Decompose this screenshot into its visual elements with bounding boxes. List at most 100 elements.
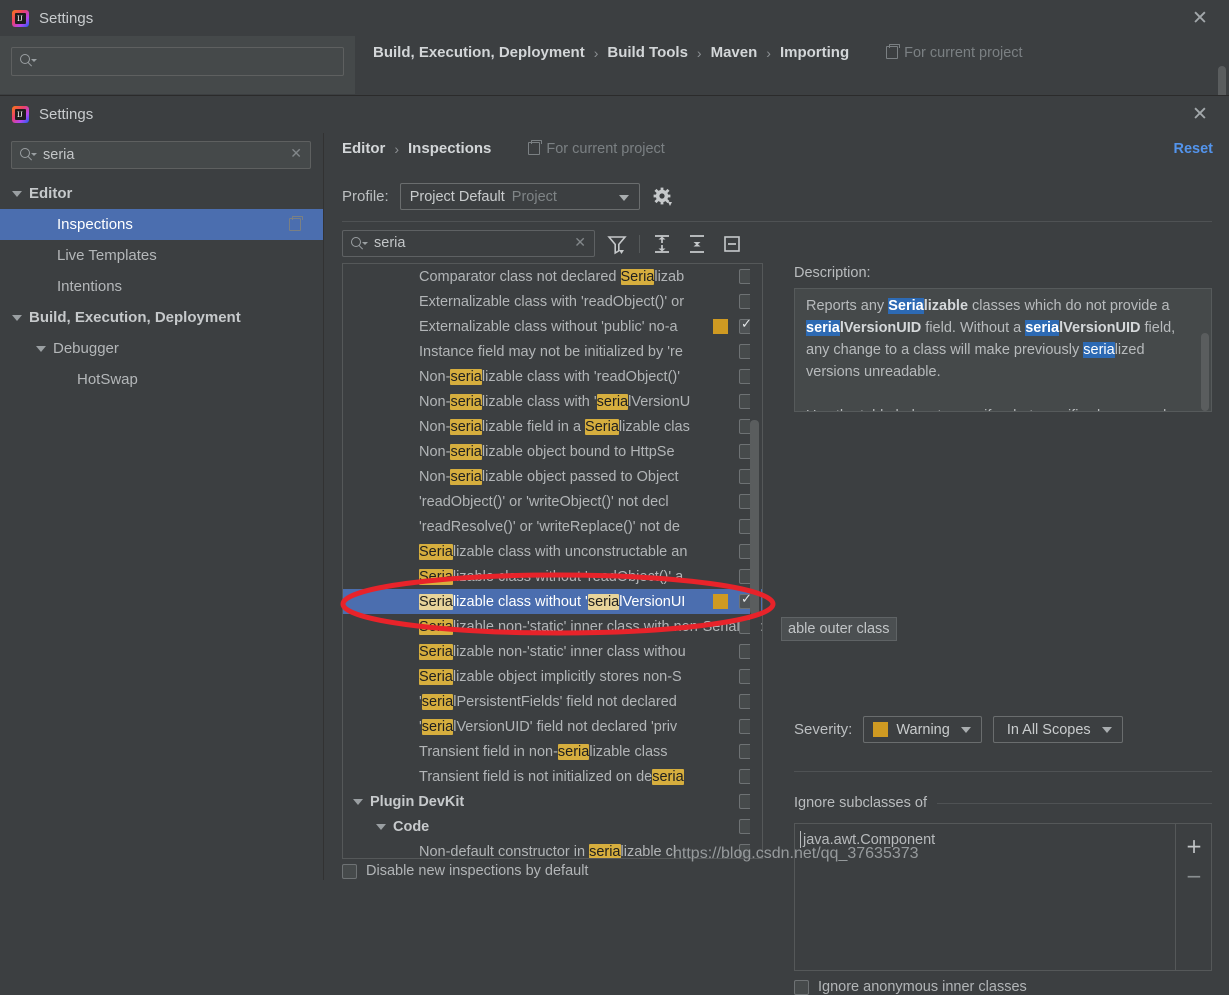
sidebar-item-intentions[interactable]: Intentions — [0, 271, 323, 302]
dialog-scope-indicator: For current project — [528, 140, 665, 157]
collapse-all-icon[interactable] — [684, 231, 710, 257]
checkbox-label: Disable new inspections by default — [366, 863, 589, 879]
description-scrollbar-thumb[interactable] — [1201, 333, 1209, 411]
list-group-code[interactable]: Code — [343, 814, 762, 839]
list-item[interactable]: Non-serializable field in a Serializable… — [343, 414, 762, 439]
chevron-right-icon: › — [593, 44, 599, 61]
background-window-close-icon[interactable]: ✕ — [1187, 5, 1213, 31]
chevron-down-icon — [618, 195, 629, 201]
background-window-titlebar: IJ Settings — [0, 0, 1229, 36]
breadcrumb-item-0[interactable]: Build, Execution, Deployment — [373, 44, 585, 61]
breadcrumb-item-1[interactable]: Build Tools — [607, 44, 688, 61]
copy-icon — [289, 216, 303, 231]
list-item[interactable]: Serializable object implicitly stores no… — [343, 664, 762, 689]
sidebar-item-hotswap[interactable]: HotSwap — [0, 364, 323, 395]
description-text: Reports any Serializable classes which d… — [806, 295, 1190, 411]
clear-filter-icon[interactable]: ✕ — [574, 235, 586, 251]
group-by-severity-icon[interactable] — [719, 231, 745, 257]
scope-value: In All Scopes — [1006, 721, 1091, 738]
remove-class-button[interactable]: − — [1176, 861, 1212, 891]
sidebar-item-label: Inspections — [57, 216, 133, 233]
chevron-right-icon: › — [766, 44, 771, 61]
settings-search-input[interactable]: seria ✕ — [11, 141, 311, 169]
severity-label: Severity: — [794, 721, 853, 738]
list-item[interactable]: 'serialVersionUID' field not declared 'p… — [343, 714, 762, 739]
dialog-title: Settings — [39, 106, 94, 123]
checkbox-box[interactable] — [342, 863, 357, 879]
list-item[interactable]: Serializable non-'static' inner class wi… — [343, 639, 762, 664]
profile-label: Profile: — [342, 188, 389, 205]
add-class-button[interactable]: + — [1176, 831, 1212, 861]
list-item-selected[interactable]: Serializable class without 'serialVersio… — [343, 589, 762, 614]
list-item[interactable]: Externalizable class with 'readObject()'… — [343, 289, 762, 314]
list-item[interactable]: Comparator class not declared Serializab — [343, 264, 762, 289]
profile-value: Project Default — [409, 188, 505, 205]
inspections-breadcrumb: Editor › Inspections For current project — [342, 140, 665, 157]
sidebar-item-build-execution-deployment[interactable]: Build, Execution, Deployment — [0, 302, 323, 333]
search-icon — [351, 237, 368, 252]
list-item[interactable]: Instance field may not be initialized by… — [343, 339, 762, 364]
description-box: Reports any Serializable classes which d… — [794, 288, 1212, 412]
profile-row: Profile: Project Default Project — [342, 183, 673, 210]
inspections-filter-input[interactable]: seria ✕ — [342, 230, 595, 257]
chevron-down-icon — [1101, 726, 1112, 733]
list-item[interactable]: Transient field is not initialized on de… — [343, 764, 762, 789]
background-search-panel — [0, 36, 355, 94]
expand-all-icon[interactable] — [649, 231, 675, 257]
dialog-close-icon[interactable]: ✕ — [1187, 101, 1213, 127]
list-item[interactable]: Externalizable class without 'public' no… — [343, 314, 762, 339]
breadcrumb-item-2[interactable]: Maven — [711, 44, 758, 61]
severity-value: Warning — [896, 721, 950, 738]
profile-dropdown[interactable]: Project Default Project — [399, 183, 640, 210]
sidebar-item-label: Intentions — [57, 278, 123, 295]
list-item[interactable]: Non-serializable object passed to Object — [343, 464, 762, 489]
toolbar-divider — [639, 234, 640, 253]
sidebar-item-label: Editor — [29, 185, 73, 202]
clear-search-icon[interactable]: ✕ — [290, 146, 302, 162]
triangle-down-icon[interactable] — [353, 798, 363, 805]
scrollbar-thumb[interactable] — [750, 420, 759, 615]
checkbox-label: Ignore anonymous inner classes — [818, 979, 1027, 995]
sidebar-item-debugger[interactable]: Debugger — [0, 333, 323, 364]
list-item[interactable]: Non-serializable class with 'readObject(… — [343, 364, 762, 389]
gear-icon[interactable] — [651, 186, 673, 208]
disable-new-inspections-checkbox[interactable]: Disable new inspections by default — [342, 863, 588, 879]
triangle-down-icon[interactable] — [12, 314, 22, 321]
breadcrumb-item-3[interactable]: Importing — [780, 44, 849, 61]
breadcrumb-item-inspections[interactable]: Inspections — [408, 140, 491, 157]
inspections-list[interactable]: Comparator class not declared Serializab… — [342, 263, 763, 859]
reset-button[interactable]: Reset — [1174, 141, 1214, 157]
triangle-down-icon[interactable] — [376, 823, 386, 830]
list-item[interactable]: Serializable class with unconstructable … — [343, 539, 762, 564]
background-search-input[interactable] — [11, 47, 344, 76]
settings-dialog: IJ Settings ✕ seria ✕ Editor Inspections… — [0, 95, 1229, 995]
list-item[interactable]: Non-serializable class with 'serialVersi… — [343, 389, 762, 414]
list-item[interactable]: 'serialPersistentFields' field not decla… — [343, 689, 762, 714]
list-group-plugin-devkit[interactable]: Plugin DevKit — [343, 789, 762, 814]
list-item[interactable]: Non-serializable object bound to HttpSe — [343, 439, 762, 464]
sidebar-item-editor[interactable]: Editor — [0, 178, 323, 209]
checkbox-box[interactable] — [794, 979, 809, 995]
list-item[interactable]: Serializable class without 'readObject()… — [343, 564, 762, 589]
ignore-anonymous-inner-classes-checkbox[interactable]: Ignore anonymous inner classes — [794, 979, 1027, 995]
description-label: Description: — [794, 265, 871, 281]
list-item[interactable]: 'readObject()' or 'writeObject()' not de… — [343, 489, 762, 514]
ignore-subclasses-legend: Ignore subclasses of — [794, 795, 1212, 811]
legend-line — [937, 802, 1212, 804]
inspections-list-scrollbar[interactable] — [750, 265, 761, 858]
triangle-down-icon[interactable] — [36, 345, 46, 352]
triangle-down-icon[interactable] — [12, 190, 22, 197]
sidebar-item-live-templates[interactable]: Live Templates — [0, 240, 323, 271]
sidebar-item-inspections[interactable]: Inspections — [0, 209, 323, 240]
list-item[interactable]: Serializable non-'static' inner class wi… — [343, 614, 762, 639]
ignore-subclasses-label: Ignore subclasses of — [794, 795, 927, 811]
list-item[interactable]: Transient field in non-serializable clas… — [343, 739, 762, 764]
breadcrumb-item-editor[interactable]: Editor — [342, 140, 385, 157]
watermark: https://blog.csdn.net/qq_37635373 — [673, 845, 919, 862]
severity-color-swatch — [873, 722, 889, 737]
filter-icon[interactable] — [604, 231, 630, 257]
chevron-down-icon — [960, 726, 971, 733]
list-item[interactable]: 'readResolve()' or 'writeReplace()' not … — [343, 514, 762, 539]
severity-dropdown[interactable]: Warning — [863, 716, 982, 743]
scope-dropdown[interactable]: In All Scopes — [992, 716, 1123, 743]
